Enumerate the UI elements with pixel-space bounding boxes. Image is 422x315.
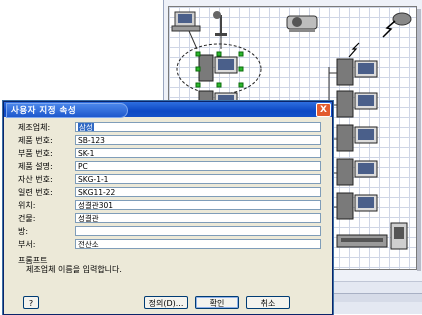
asset-number-field[interactable]: SKG-1-1	[75, 174, 321, 184]
part-number-field[interactable]: SK-1	[75, 148, 321, 158]
field-label: 부서:	[18, 240, 36, 249]
room-field[interactable]	[75, 226, 321, 236]
pc-icon	[336, 158, 378, 186]
field-row-asset-number: 자산 번호: SKG-1-1	[18, 174, 323, 184]
field-row-product-number: 제품 번호: SB-123	[18, 135, 323, 145]
product-description-field[interactable]: PC	[75, 161, 321, 171]
field-label: 방:	[18, 227, 29, 236]
satellite-icon	[382, 12, 412, 38]
field-row-manufacturer: 제조업체: 삼성	[18, 122, 323, 132]
department-field[interactable]: 전산소	[75, 239, 321, 249]
field-row-serial-number: 일련 번호: SKG11-22	[18, 187, 323, 197]
custom-properties-dialog: 사용자 지정 속성 X 제조업체: 삼성 제품 번호: SB-123 부품 번호…	[3, 101, 333, 315]
building-field[interactable]: 성결관	[75, 213, 321, 223]
pc-icon	[336, 90, 378, 118]
pc-icon	[336, 192, 378, 220]
horizontal-scrollbar[interactable]	[330, 293, 422, 302]
field-row-part-number: 부품 번호: SK-1	[18, 148, 323, 158]
selected-pc-icon	[198, 54, 238, 82]
field-label: 제품 설명:	[18, 162, 53, 171]
dialog-titlebar[interactable]: 사용자 지정 속성 X	[4, 102, 332, 118]
cancel-button[interactable]: 취소	[246, 296, 290, 309]
field-row-location: 위치: 성결관301	[18, 200, 323, 210]
field-label: 위치:	[18, 201, 36, 210]
location-field[interactable]: 성결관301	[75, 200, 321, 210]
define-button[interactable]: 정의(D)...	[144, 296, 188, 309]
canvas-shadow	[417, 9, 421, 271]
phone-icon	[390, 222, 408, 250]
field-label: 제조업체:	[18, 123, 51, 132]
prompt-text: 제조업체 이름을 입력합니다.	[26, 265, 122, 274]
dialog-title: 사용자 지정 속성	[11, 106, 77, 116]
projector-icon	[286, 15, 318, 32]
manufacturer-field[interactable]: 삼성	[75, 122, 321, 132]
hub-icon	[336, 234, 388, 248]
product-number-field[interactable]: SB-123	[75, 135, 321, 145]
close-button[interactable]: X	[316, 103, 331, 117]
pc-icon	[336, 124, 378, 152]
field-row-product-description: 제품 설명: PC	[18, 161, 323, 171]
field-row-building: 건물: 성결관	[18, 213, 323, 223]
field-label: 자산 번호:	[18, 175, 53, 184]
field-label: 일련 번호:	[18, 188, 53, 197]
ok-button[interactable]: 확인	[195, 296, 239, 309]
pc-icon	[336, 58, 378, 86]
field-label: 부품 번호:	[18, 149, 53, 158]
microphone-icon	[213, 11, 227, 36]
field-row-department: 부서: 전산소	[18, 239, 323, 249]
field-value: 삼성	[78, 123, 94, 132]
serial-number-field[interactable]: SKG11-22	[75, 187, 321, 197]
field-label: 제품 번호:	[18, 136, 53, 145]
field-label: 건물:	[18, 214, 36, 223]
field-row-room: 방:	[18, 226, 323, 236]
laptop-icon	[171, 11, 201, 32]
help-button[interactable]: ?	[23, 296, 39, 309]
